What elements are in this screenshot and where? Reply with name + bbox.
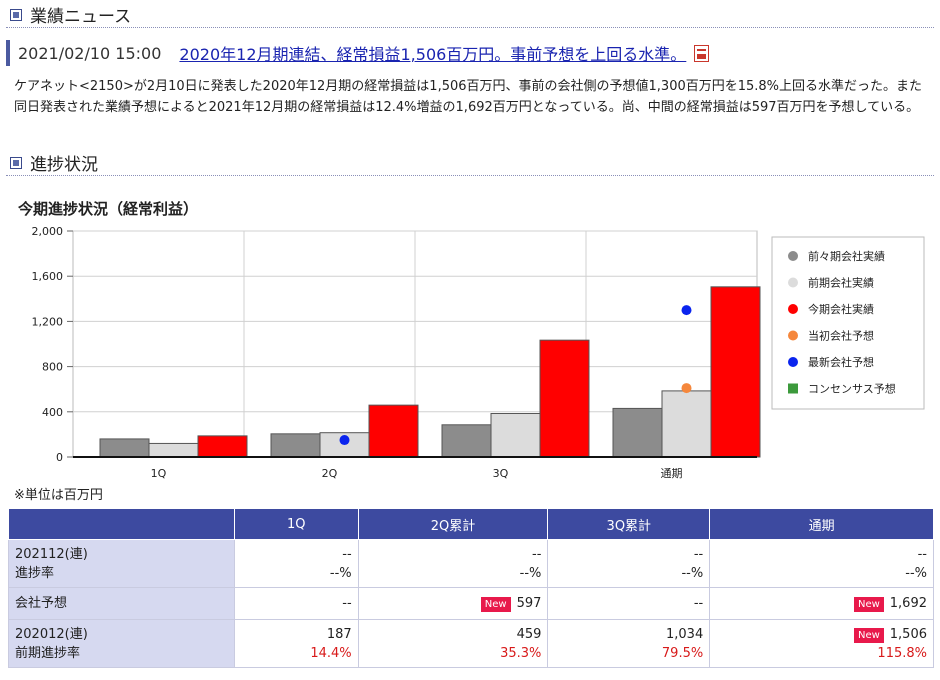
legend-swatch	[788, 251, 798, 261]
bar	[490, 412, 541, 458]
x-tick-label: 2Q	[322, 467, 338, 480]
cell-value: New 1,692	[716, 594, 927, 613]
row-label: 会社予想	[15, 596, 68, 611]
table-row: 202012(連) 前期進捗率 187 14.4% 459 35.3% 1,034 79.5%…	[8, 619, 934, 668]
table-header-3q: 3Q累計	[547, 508, 711, 540]
bar	[368, 404, 419, 458]
bar	[539, 339, 590, 458]
cell-value: 459	[516, 626, 542, 642]
legend-swatch	[788, 304, 798, 314]
cell-value: --	[342, 546, 352, 562]
bar	[99, 438, 150, 458]
table-cell: -- --%	[547, 539, 711, 588]
table-cell: -- --%	[709, 539, 934, 588]
y-tick-label: 1,200	[32, 315, 64, 328]
legend-label: 当初会社予想	[808, 329, 874, 343]
cell-value: New 1,506	[716, 625, 927, 644]
bar	[710, 286, 761, 458]
new-badge: New	[853, 627, 884, 643]
bar	[441, 424, 492, 458]
legend-swatch	[788, 330, 798, 341]
table-row: 202112(連) 進捗率 -- --% -- --% -- --% -- --%	[8, 539, 934, 588]
cell-rate: --%	[905, 565, 927, 581]
legend-swatch	[788, 357, 798, 367]
cell-rate: 14.4%	[310, 645, 352, 661]
y-tick-label: 400	[42, 406, 63, 419]
table-cell: New 597	[357, 587, 549, 620]
legend-swatch	[788, 277, 798, 288]
x-tick-label: 通期	[661, 467, 683, 480]
table-header-1q: 1Q	[233, 508, 359, 540]
legend-label: 前期会社実績	[808, 276, 874, 290]
row-sublabel: 進捗率	[15, 565, 55, 581]
cell-value: --	[917, 546, 927, 562]
cell-rate: --%	[519, 565, 542, 581]
table-cell: -- --%	[233, 539, 359, 588]
bar	[661, 390, 712, 458]
y-tick-label: 1,600	[32, 270, 64, 283]
row-header: 会社予想	[8, 587, 235, 620]
table-row: 会社予想 -- New 597 -- New 1,692	[8, 587, 934, 620]
y-tick-label: 2,000	[32, 225, 64, 238]
forecast-dot	[339, 435, 350, 446]
progress-chart: 0 400 800 1,200 1,600 2,000 1Q 2Q 3Q 通期 前々期会社実績前期会…	[32, 225, 925, 480]
cell-value: 1,034	[666, 626, 704, 642]
bar	[612, 407, 663, 458]
table-cell: --	[547, 587, 711, 620]
forecast-dot	[681, 383, 692, 394]
bar	[148, 442, 199, 458]
row-sublabel: 前期進捗率	[15, 645, 81, 661]
x-tick-label: 3Q	[493, 467, 509, 480]
cell-rate: 35.3%	[500, 645, 542, 661]
table-cell: New 1,506 115.8%	[709, 619, 934, 668]
cell-value: --	[693, 546, 704, 562]
cell-rate: --%	[681, 565, 704, 581]
row-header: 202012(連) 前期進捗率	[8, 619, 235, 668]
progress-table: 1Q 2Q累計 3Q累計 通期 202112(連) 進捗率 -- --% -- --% --…	[8, 508, 934, 668]
table-header-row: 1Q 2Q累計 3Q累計 通期	[8, 508, 934, 540]
table-cell: -- --%	[357, 539, 549, 588]
legend-label: 前々期会社実績	[808, 249, 885, 263]
legend-label: 今期会社実績	[808, 302, 874, 316]
new-badge: New	[480, 597, 511, 612]
cell-rate: --%	[329, 565, 352, 581]
table-cell: 187 14.4%	[233, 619, 359, 668]
bar	[270, 433, 321, 458]
x-tick-label: 1Q	[151, 467, 167, 480]
cell-rate: 79.5%	[661, 645, 704, 661]
y-tick-label: 0	[56, 451, 63, 464]
table-header-fy: 通期	[709, 508, 934, 540]
new-badge: New	[853, 597, 884, 612]
cell-value: 187	[326, 626, 352, 642]
cell-value: --	[342, 596, 352, 611]
row-label: 202112(連)	[15, 546, 88, 562]
unit-note: ※単位は百万円	[14, 488, 103, 503]
legend-label: コンセンサス予想	[808, 382, 896, 396]
legend-label: 最新会社予想	[808, 355, 874, 369]
table-header-blank	[8, 508, 235, 540]
table-cell: New 1,692	[709, 587, 934, 620]
cell-value: --	[532, 546, 542, 562]
legend-swatch	[788, 383, 798, 394]
row-header: 202112(連) 進捗率	[8, 539, 235, 588]
row-label: 202012(連)	[15, 626, 88, 642]
cell-value: --	[693, 596, 704, 611]
forecast-dot	[681, 305, 692, 316]
bar	[197, 435, 248, 458]
y-tick-label: 800	[42, 361, 63, 374]
table-header-2q: 2Q累計	[357, 508, 549, 540]
table-cell: --	[233, 587, 359, 620]
cell-rate: 115.8%	[877, 645, 927, 661]
table-cell: 1,034 79.5%	[547, 619, 711, 668]
table-cell: 459 35.3%	[357, 619, 549, 668]
cell-value: New 597	[365, 594, 541, 613]
